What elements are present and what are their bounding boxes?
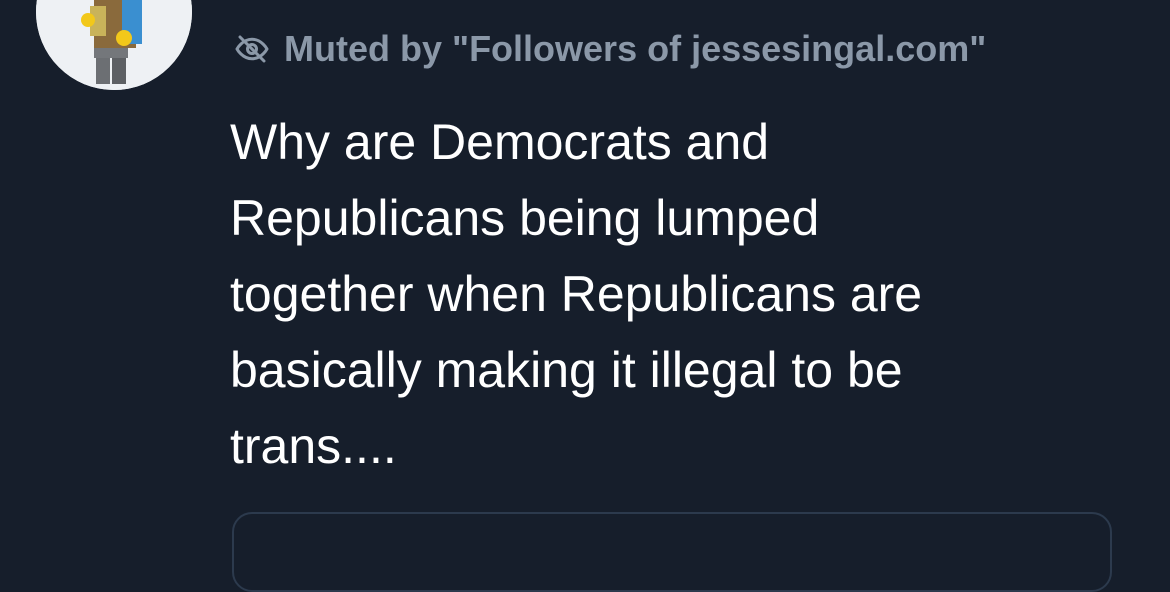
- post[interactable]: Muted by "Followers of jessesingal.com" …: [0, 0, 1170, 592]
- embedded-card[interactable]: [232, 512, 1112, 592]
- lego-minifigure-icon: [36, 0, 192, 90]
- muted-label: Muted by "Followers of jessesingal.com": [284, 28, 987, 69]
- post-text: Why are Democrats and Republicans being …: [230, 114, 923, 474]
- avatar[interactable]: [36, 0, 192, 90]
- muted-notice: Muted by "Followers of jessesingal.com": [232, 26, 986, 72]
- eye-slash-icon: [232, 29, 272, 69]
